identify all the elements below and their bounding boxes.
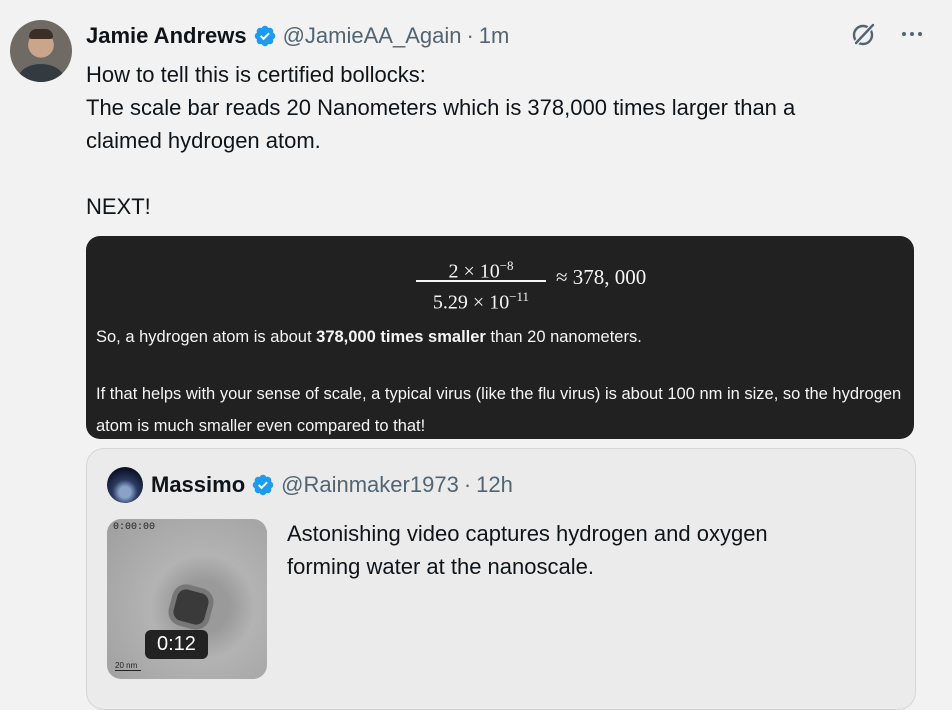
quoted-header: Massimo @Rainmaker1973 · 12h (151, 469, 513, 501)
explanation-line: So, a hydrogen atom is about 378,000 tim… (96, 328, 642, 346)
attached-image[interactable]: 2 × 10−8 5.29 × 10−11 ≈ 378, 000 So, a h… (86, 236, 914, 439)
video-duration: 0:12 (145, 630, 208, 659)
video-timestamp-overlay: 0:00:00 (113, 522, 156, 533)
author-name[interactable]: Jamie Andrews (86, 23, 247, 49)
tweet-text-line: claimed hydrogen atom. (86, 128, 321, 153)
denominator: 5.29 × 10−11 (416, 280, 546, 314)
denominator-exponent: −11 (509, 289, 530, 304)
tweet-time[interactable]: 1m (479, 23, 510, 49)
tweet-text-blank (86, 157, 906, 190)
verified-icon (252, 474, 274, 496)
numerator-exponent: −8 (499, 258, 514, 273)
quoted-time[interactable]: 12h (476, 472, 513, 498)
separator-dot: · (466, 23, 474, 48)
verified-icon (254, 25, 275, 47)
tweet-text-line: NEXT! (86, 194, 151, 219)
formula-result: ≈ 378, 000 (556, 265, 647, 289)
tweet-text: How to tell this is certified bollocks: … (86, 58, 906, 223)
more-icon[interactable] (900, 22, 924, 46)
avatar-hair (29, 29, 53, 39)
quoted-text: Astonishing video captures hydrogen and … (287, 521, 768, 579)
quoted-author-name[interactable]: Massimo (151, 472, 245, 498)
fraction: 2 × 10−8 5.29 × 10−11 (416, 252, 546, 314)
author-handle[interactable]: @JamieAA_Again (283, 23, 462, 49)
virus-comparison-text: If that helps with your sense of scale, … (96, 385, 902, 435)
tweet-header: Jamie Andrews @JamieAA_Again · 1m (86, 20, 509, 52)
tweet-text-line: How to tell this is certified bollocks: (86, 62, 426, 87)
avatar-shirt (18, 64, 64, 82)
video-thumbnail[interactable]: 0:00:00 20 nm 0:12 (107, 519, 267, 679)
tweet-actions (850, 20, 924, 48)
tweet-text-line: The scale bar reads 20 Nanometers which … (86, 95, 796, 120)
quoted-avatar[interactable] (107, 467, 143, 503)
scale-bar: 20 nm (115, 661, 141, 671)
numerator: 2 × 10−8 (448, 258, 514, 283)
grok-icon[interactable] (850, 20, 878, 48)
separator-dot: · (463, 472, 472, 497)
avatar[interactable] (10, 20, 72, 82)
quoted-tweet[interactable]: Massimo @Rainmaker1973 · 12h 0:00:00 20 … (86, 448, 916, 710)
bold-phrase: 378,000 times smaller (316, 328, 486, 346)
nanoparticle (171, 587, 211, 627)
quoted-handle[interactable]: @Rainmaker1973 (281, 472, 459, 498)
